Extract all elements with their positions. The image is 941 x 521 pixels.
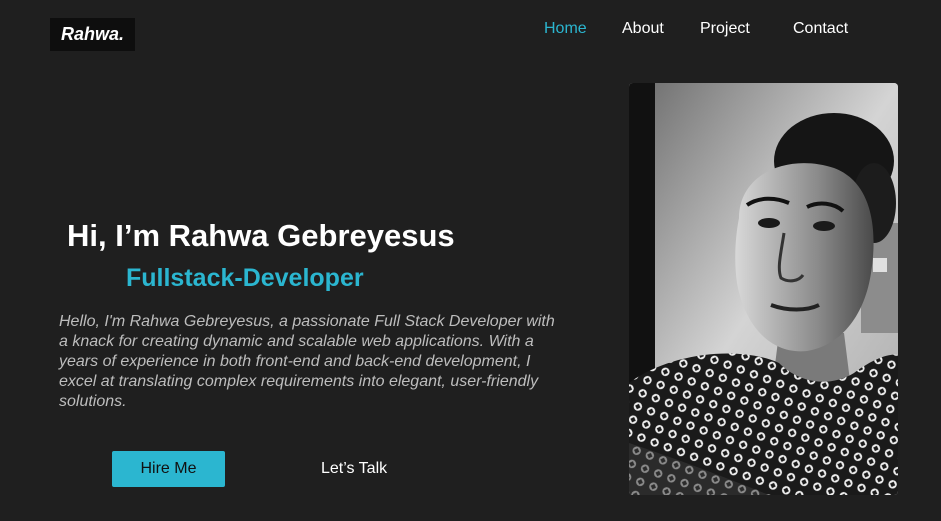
profile-photo (629, 83, 898, 495)
hero-bio: Hello, I'm Rahwa Gebreyesus, a passionat… (59, 313, 555, 410)
profile-photo-illustration (629, 83, 898, 495)
nav-home-link[interactable]: Home (544, 20, 587, 38)
nav-about-link[interactable]: About (622, 20, 664, 38)
hero-role: Fullstack-Developer (126, 264, 364, 292)
nav-contact-link[interactable]: Contact (793, 20, 848, 38)
nav-project-link[interactable]: Project (700, 20, 750, 38)
main-nav: Home About Project Contact (0, 20, 941, 40)
lets-talk-link[interactable]: Let’s Talk (321, 460, 387, 478)
hire-me-button[interactable]: Hire Me (112, 451, 225, 487)
hero-headline: Hi, I’m Rahwa Gebreyesus (67, 218, 455, 253)
